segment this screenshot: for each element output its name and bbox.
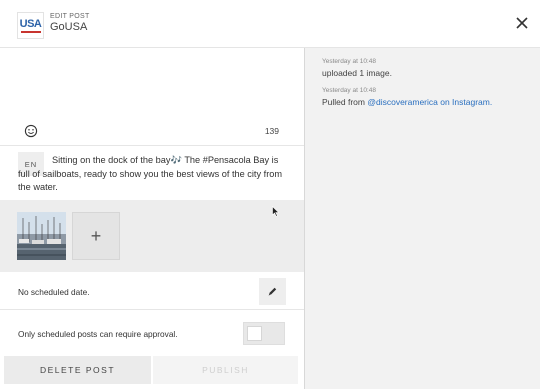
media-thumbnail[interactable] (17, 212, 66, 260)
activity-text: uploaded 1 image. (322, 68, 392, 78)
schedule-section: No scheduled date. (0, 272, 304, 310)
media-section: + (0, 200, 304, 272)
language-caption-section: EN Sitting on the dock of the bay🎶 The #… (0, 145, 304, 198)
dialog-title: GoUSA (50, 21, 88, 33)
activity-text: Pulled from @discoveramerica on Instagra… (322, 97, 492, 107)
toggle-knob (247, 326, 262, 341)
edit-schedule-button[interactable] (259, 278, 286, 305)
post-editor: 139 EN Sitting on the dock of the bay🎶 T… (0, 48, 304, 389)
delete-post-button[interactable]: DELETE POST (4, 356, 151, 384)
brand-logo-text: USA (19, 17, 42, 30)
caption-editor-area[interactable]: 139 (0, 48, 304, 145)
emoji-button[interactable] (24, 124, 38, 138)
character-count: 139 (264, 126, 279, 136)
dialog-header: USA EDIT POST GoUSA (0, 0, 540, 48)
approval-section: Only scheduled posts can require approva… (0, 310, 304, 350)
close-icon (516, 17, 528, 29)
approval-text: Only scheduled posts can require approva… (18, 329, 178, 339)
smiley-icon (24, 124, 38, 138)
mouse-cursor-icon (272, 206, 280, 217)
dialog-subtitle: EDIT POST (50, 13, 90, 20)
publish-button[interactable]: PUBLISH (153, 356, 298, 384)
add-media-button[interactable]: + (72, 212, 120, 260)
harbor-photo-image (17, 212, 66, 260)
activity-panel: Yesterday at 10:48 uploaded 1 image. Yes… (304, 48, 540, 389)
pencil-icon (268, 287, 277, 296)
post-caption-text[interactable]: Sitting on the dock of the bay🎶 The #Pen… (18, 154, 290, 195)
logo-stripe (20, 30, 41, 33)
edit-post-dialog: USA EDIT POST GoUSA 139 EN Sitting on th… (0, 0, 540, 389)
instagram-source-link[interactable]: @discoveramerica on Instagram. (367, 97, 492, 107)
activity-item: Yesterday at 10:48 Pulled from @discover… (322, 87, 492, 107)
brand-logo: USA (17, 12, 44, 39)
activity-timestamp: Yesterday at 10:48 (322, 58, 376, 65)
activity-item: Yesterday at 10:48 uploaded 1 image. (322, 58, 392, 78)
activity-text-prefix: Pulled from (322, 97, 368, 107)
close-button[interactable] (514, 15, 530, 31)
schedule-status-text: No scheduled date. (18, 287, 90, 297)
activity-timestamp: Yesterday at 10:48 (322, 87, 376, 94)
dialog-footer: DELETE POST PUBLISH (0, 354, 304, 389)
plus-icon: + (90, 226, 102, 246)
approval-toggle[interactable] (243, 322, 285, 345)
